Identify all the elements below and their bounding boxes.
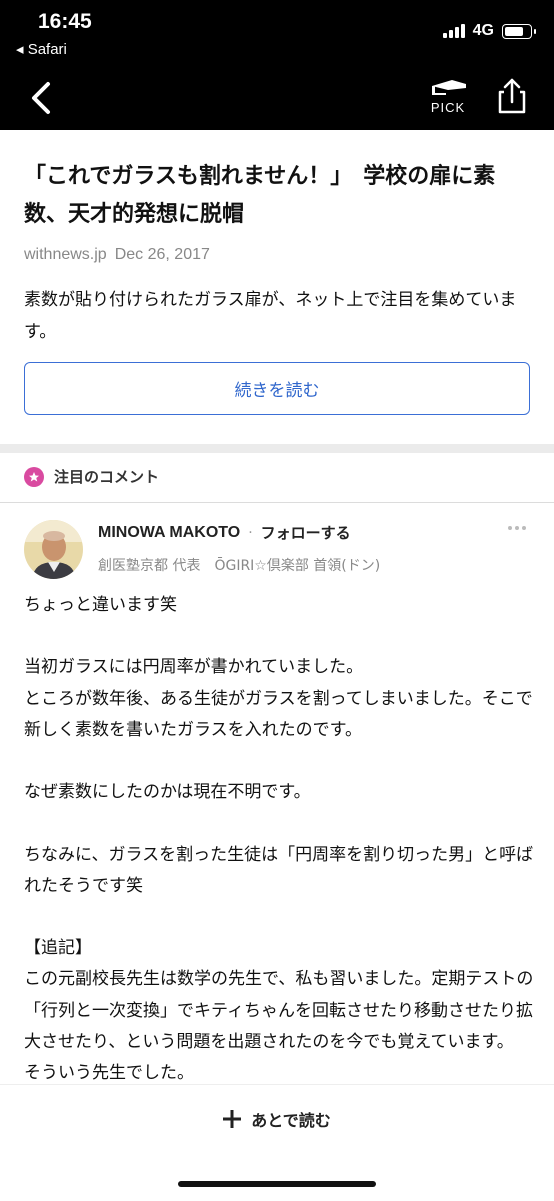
network-type: 4G xyxy=(472,22,494,39)
avatar[interactable] xyxy=(24,520,83,579)
comment-paragraph: ちなみに、ガラスを割った生徒は「円周率を割り切った男」と呼ばれたそうです笑 xyxy=(24,844,534,896)
back-to-safari-link[interactable]: ◂ Safari xyxy=(16,40,67,58)
comment-paragraph: ちょっと違います笑 xyxy=(24,595,177,615)
read-more-button[interactable]: 続きを読む xyxy=(24,362,530,415)
status-time: 16:45 xyxy=(38,10,92,33)
home-indicator[interactable] xyxy=(178,1181,376,1187)
author-name[interactable]: MINOWA MAKOTO xyxy=(98,524,240,542)
comment-spacer xyxy=(24,621,536,652)
article-date: Dec 26, 2017 xyxy=(114,246,210,263)
comments-title: 注目のコメント xyxy=(54,468,160,486)
ellipsis-icon xyxy=(508,526,512,530)
bottom-bar: あとで読む xyxy=(0,1084,554,1201)
section-gap xyxy=(0,444,554,453)
comment-paragraph: 【追記】 この元副校長先生は数学の先生で、私も習いました。定期テストの「行列と一… xyxy=(24,938,534,1084)
pick-icon xyxy=(432,80,466,95)
signal-icon xyxy=(442,24,465,38)
pick-label: PICK xyxy=(430,100,466,115)
read-later-button[interactable]: あとで読む xyxy=(0,1103,554,1135)
read-later-label: あとで読む xyxy=(251,1111,331,1130)
comment-spacer xyxy=(24,902,536,933)
comment-body: ちょっと違います笑 当初ガラスには円周率が書かれていました。 ところが数年後、あ… xyxy=(24,590,536,1089)
article-title[interactable]: 「これでガラスも割れません！」 学校の扉に素数、天才的発想に脱帽 xyxy=(24,158,534,234)
more-options-button[interactable] xyxy=(506,522,528,534)
comment-author-line: MINOWA MAKOTO · フォローする xyxy=(98,522,351,543)
back-button[interactable] xyxy=(26,78,60,118)
plus-icon xyxy=(223,1110,242,1128)
article-summary: 素数が貼り付けられたガラス扉が、ネット上で注目を集めています。 xyxy=(24,290,517,342)
comment-paragraph: 当初ガラスには円周率が書かれていました。 ところが数年後、ある生徒がガラスを割っ… xyxy=(24,657,533,740)
battery-icon xyxy=(502,23,536,39)
divider xyxy=(0,502,554,503)
status-indicators: 4G xyxy=(442,22,536,40)
chevron-left-icon xyxy=(32,82,50,114)
pick-button[interactable]: PICK xyxy=(426,76,470,120)
comment-paragraph: なぜ素数にしたのかは現在不明です。 xyxy=(24,782,311,803)
article-meta: withnews.jp Dec 26, 2017 xyxy=(24,246,210,264)
separator: · xyxy=(248,524,253,541)
follow-button[interactable]: フォローする xyxy=(261,522,351,543)
comments-header: 注目のコメント xyxy=(24,466,159,487)
article-source: withnews.jp xyxy=(24,246,107,263)
share-icon xyxy=(498,78,526,114)
top-bar: 16:45 ◂ Safari 4G PICK xyxy=(0,0,554,130)
author-title: 創医塾京都 代表 ŌGIRI☆倶楽部 首領(ドン) xyxy=(98,558,381,574)
share-button[interactable] xyxy=(494,76,530,116)
comment-spacer xyxy=(24,808,536,839)
star-icon xyxy=(24,466,44,487)
comment-spacer xyxy=(24,746,536,777)
